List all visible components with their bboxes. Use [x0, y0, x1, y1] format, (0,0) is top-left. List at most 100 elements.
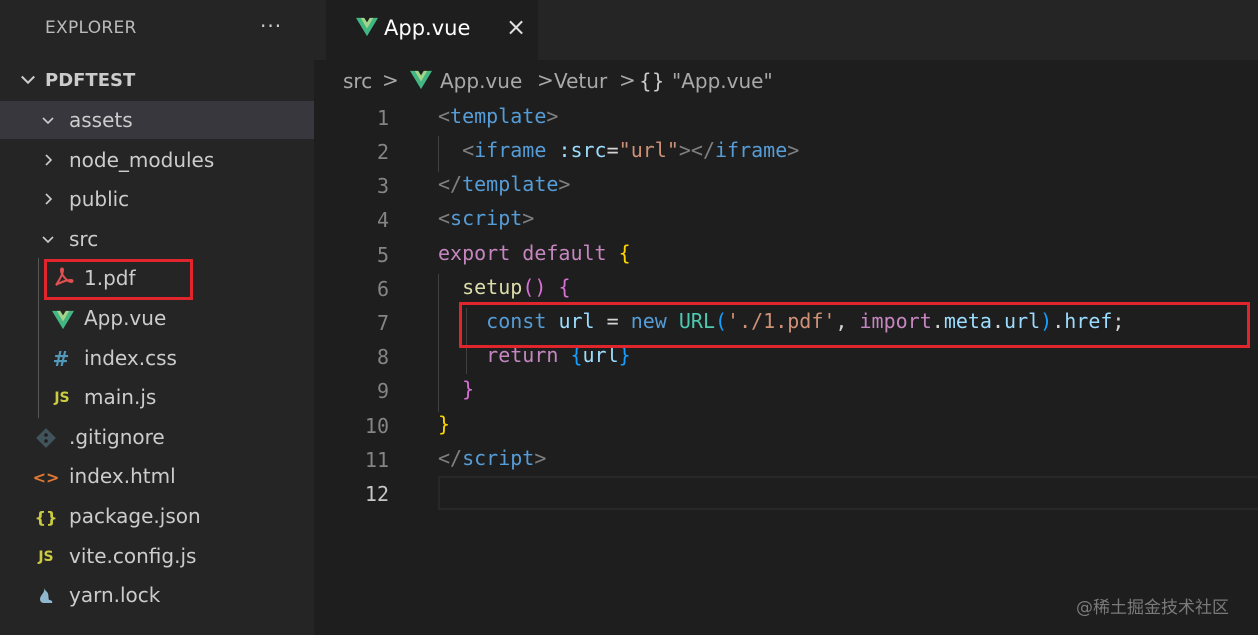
- pdf-icon: [55, 267, 74, 286]
- project-name: PDFTEST: [45, 70, 136, 91]
- token: "url": [618, 138, 679, 162]
- token: setup: [462, 275, 523, 299]
- tab-app-vue[interactable]: App.vue ×: [326, 0, 538, 60]
- token: </: [438, 446, 463, 470]
- line-number: 11: [364, 448, 389, 472]
- breadcrumb-item-vetur[interactable]: Vetur: [554, 69, 607, 93]
- tree-item-label: App.vue: [84, 306, 167, 330]
- token: <: [438, 104, 451, 128]
- chevron-down-icon: [42, 236, 54, 244]
- breadcrumb-separator: >: [537, 68, 554, 92]
- tree-item-label: assets: [69, 108, 133, 132]
- tree-file-vite-config-js[interactable]: JS vite.config.js: [0, 537, 314, 575]
- tree-file-gitignore[interactable]: .gitignore: [0, 418, 314, 456]
- tree-folder-public[interactable]: public: [0, 180, 314, 218]
- tree-item-label: index.css: [84, 346, 177, 370]
- tree-file-index-css[interactable]: # index.css: [0, 339, 314, 377]
- line-number: 6: [376, 277, 389, 301]
- tree-file-index-html[interactable]: <> index.html: [0, 457, 314, 495]
- breadcrumb: src > App.vue > Vetur > {} "App.vue": [314, 60, 1258, 102]
- breadcrumb-item-app-vue[interactable]: App.vue: [440, 69, 522, 93]
- token: new: [630, 309, 667, 333]
- token: >: [558, 172, 571, 196]
- tree-file-main-js[interactable]: JS main.js: [0, 378, 314, 416]
- breadcrumb-separator: >: [382, 68, 399, 92]
- token: script: [462, 446, 535, 470]
- explorer-sidebar: EXPLORER ··· PDFTEST assets node_modules…: [0, 0, 314, 635]
- token: iframe: [715, 138, 788, 162]
- token: >: [787, 138, 800, 162]
- tree-file-app-vue[interactable]: App.vue: [0, 299, 314, 337]
- tree-folder-src[interactable]: src: [0, 220, 314, 258]
- watermark: @稀土掘金技术社区: [1076, 598, 1229, 618]
- js-icon: JS: [38, 549, 54, 565]
- token: ,: [835, 309, 848, 333]
- json-braces-icon: {}: [34, 507, 58, 527]
- code-line-3: </template>: [438, 172, 570, 196]
- tree-file-1-pdf[interactable]: 1.pdf: [0, 259, 314, 297]
- token: return: [486, 343, 559, 367]
- token: href: [1064, 309, 1113, 333]
- editor-tab-bar: App.vue ×: [314, 0, 1258, 60]
- token: </: [438, 172, 463, 196]
- code-line-2: <iframe :src="url"></iframe>: [438, 138, 799, 162]
- tree-item-label: 1.pdf: [84, 266, 136, 290]
- tree-item-label: public: [69, 187, 130, 211]
- code-line-7: const url = new URL('./1.pdf', import.me…: [438, 309, 1124, 333]
- code-line-5: export default {: [438, 241, 631, 265]
- vue-icon: [52, 310, 74, 330]
- code-editor[interactable]: 1 2 3 4 5 6 7 8 9 10 11 12 <template> <i…: [314, 102, 1258, 635]
- token: template: [462, 172, 559, 196]
- tree-item-label: vite.config.js: [69, 544, 197, 568]
- token: import: [859, 309, 932, 333]
- token: url: [1004, 309, 1041, 333]
- vue-icon: [356, 17, 378, 37]
- js-icon: JS: [54, 390, 70, 406]
- token: {: [618, 241, 631, 265]
- chevron-right-icon: [45, 154, 53, 166]
- close-icon[interactable]: ×: [506, 13, 526, 41]
- code-line-10: }: [438, 412, 450, 436]
- tree-item-label: src: [69, 227, 99, 251]
- line-number: 9: [376, 379, 389, 403]
- css-hash-icon: #: [52, 347, 70, 371]
- yarn-icon: [40, 588, 53, 603]
- project-root[interactable]: PDFTEST: [0, 62, 314, 98]
- tree-folder-assets[interactable]: assets: [0, 101, 314, 139]
- token: url: [582, 343, 619, 367]
- tree-item-label: .gitignore: [69, 425, 165, 449]
- tree-folder-node-modules[interactable]: node_modules: [0, 141, 314, 179]
- token: (): [522, 275, 547, 299]
- tree-item-label: yarn.lock: [69, 583, 161, 607]
- tree-item-label: index.html: [69, 464, 176, 488]
- token: >: [678, 138, 691, 162]
- current-line-highlight: [438, 476, 1258, 510]
- code-line-8: return {url}: [438, 343, 631, 367]
- breadcrumb-item-src[interactable]: src: [343, 69, 372, 93]
- tree-file-package-json[interactable]: {} package.json: [0, 497, 314, 535]
- tree-file-yarn-lock[interactable]: yarn.lock: [0, 576, 314, 614]
- explorer-header: EXPLORER ···: [0, 0, 314, 60]
- token: (: [715, 309, 728, 333]
- line-number: 8: [376, 345, 389, 369]
- token: :src: [558, 138, 607, 162]
- token: .: [991, 309, 1005, 333]
- breadcrumb-separator: >: [619, 68, 636, 92]
- token: script: [450, 206, 523, 230]
- braces-symbol-icon: {}: [639, 69, 665, 93]
- token: .: [1052, 309, 1065, 333]
- token: URL: [678, 309, 715, 333]
- token: >: [534, 446, 547, 470]
- code-line-1: <template>: [438, 104, 558, 128]
- token: meta: [943, 309, 992, 333]
- line-number: 3: [376, 174, 389, 198]
- breadcrumb-item-app-vue-symbol[interactable]: "App.vue": [672, 69, 773, 93]
- token: {: [570, 343, 583, 367]
- token: >: [546, 104, 559, 128]
- more-actions-button[interactable]: ···: [260, 14, 282, 38]
- token: <: [462, 138, 475, 162]
- tree-item-label: node_modules: [69, 148, 215, 172]
- tree-item-label: package.json: [69, 504, 201, 528]
- code-line-11: </script>: [438, 446, 546, 470]
- token: }: [438, 412, 451, 436]
